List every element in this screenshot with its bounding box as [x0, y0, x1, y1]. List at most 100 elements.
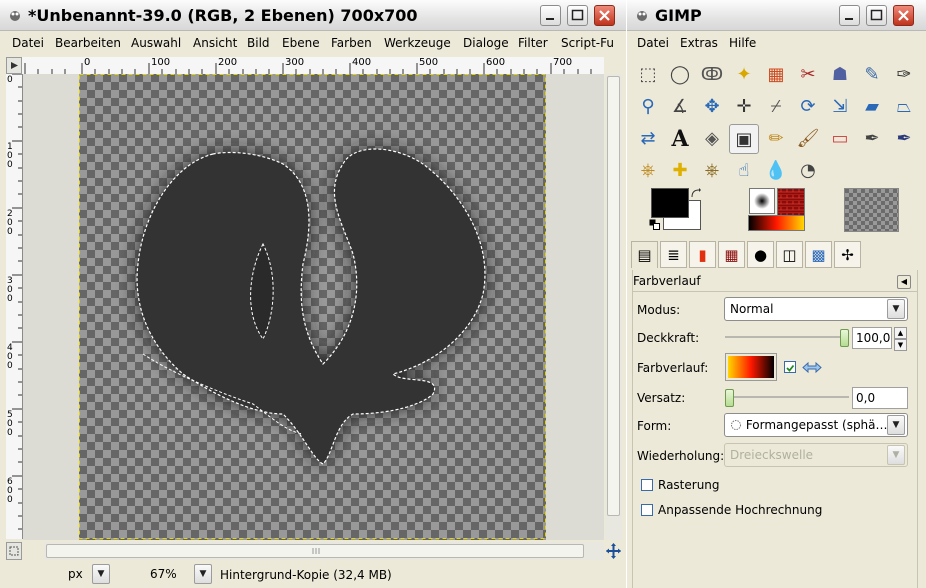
image-canvas[interactable]	[23, 74, 604, 540]
versatz-slider-thumb[interactable]	[725, 389, 734, 407]
paintbrush-icon[interactable]: 🖌	[793, 124, 823, 154]
menu-script-fu[interactable]: Script-Fu	[561, 36, 614, 50]
crop-icon[interactable]: ⌿	[761, 92, 791, 122]
patterns-tab[interactable]: ▦	[718, 241, 745, 268]
image-window-titlebar[interactable]: *Unbenannt-39.0 (RGB, 2 Ebenen) 700x700	[0, 0, 626, 31]
ellipse-select-icon[interactable]: ◯	[665, 60, 695, 90]
color-select-icon[interactable]: ▦	[761, 60, 791, 90]
spin-up-icon[interactable]: ▲	[894, 327, 907, 339]
maximize-button[interactable]	[567, 5, 588, 26]
smudge-icon[interactable]: ☝	[729, 156, 759, 186]
menu-farben[interactable]: Farben	[331, 36, 372, 50]
menu-hilfe[interactable]: Hilfe	[729, 36, 756, 50]
paths-icon[interactable]: ✎	[857, 60, 887, 90]
images-tab[interactable]: ◫	[776, 241, 803, 268]
menu-auswahl[interactable]: Auswahl	[131, 36, 181, 50]
dodge-burn-icon[interactable]: ◔	[793, 156, 823, 186]
perspective-clone-icon[interactable]: ⎈	[697, 156, 727, 186]
menu-datei[interactable]: Datei	[12, 36, 44, 50]
wiederholung-select[interactable]: Dreieckswelle ▼	[724, 443, 908, 467]
navigate-button[interactable]	[605, 542, 622, 560]
wiederholung-dropdown-button[interactable]: ▼	[887, 445, 905, 465]
text-icon[interactable]: A	[665, 124, 695, 154]
scale-icon[interactable]: ⇲	[825, 92, 855, 122]
horizontal-scrollbar[interactable]	[44, 542, 604, 560]
close-button[interactable]	[893, 5, 914, 26]
perspective-icon[interactable]: ⏢	[889, 92, 919, 122]
shear-icon[interactable]: ▰	[857, 92, 887, 122]
toolbox-titlebar[interactable]: GIMP	[627, 0, 926, 31]
free-select-icon[interactable]: ↂ	[697, 60, 727, 90]
color-picker-icon[interactable]: ✑	[889, 60, 919, 90]
modus-select[interactable]: Normal ▼	[724, 297, 908, 321]
form-select[interactable]: Formangepasst (sphä… ▼	[724, 413, 908, 437]
zoom-select[interactable]: 67% ▼	[116, 563, 214, 585]
clone-icon[interactable]: ⎈	[633, 156, 663, 186]
panel-menu-button[interactable]: ◀	[897, 275, 911, 289]
active-gradient[interactable]	[748, 215, 805, 231]
menu-extras[interactable]: Extras	[680, 36, 718, 50]
vertical-scroll-thumb[interactable]	[607, 76, 620, 516]
rect-select-icon[interactable]: ⬚	[633, 60, 663, 90]
move-icon[interactable]: ✥	[697, 92, 727, 122]
menu-datei[interactable]: Datei	[637, 36, 669, 50]
airbrush-icon[interactable]: ✒	[857, 124, 887, 154]
paths-tab[interactable]: ✢	[834, 241, 861, 268]
quick-mask-toggle[interactable]	[6, 542, 22, 560]
unit-select[interactable]: px ▼	[66, 564, 112, 586]
close-button[interactable]	[594, 5, 615, 26]
spin-down-icon[interactable]: ▼	[894, 339, 907, 351]
fuzzy-select-icon[interactable]: ✦	[729, 60, 759, 90]
active-brush[interactable]	[749, 188, 775, 214]
rotate-icon[interactable]: ⟳	[793, 92, 823, 122]
measure-icon[interactable]: ∡	[665, 92, 695, 122]
brushes-tab[interactable]: ●	[747, 241, 774, 268]
horizontal-scroll-thumb[interactable]	[46, 544, 584, 558]
swap-colors-icon[interactable]	[690, 188, 702, 200]
flip-icon[interactable]: ⇄	[633, 124, 663, 154]
active-image-preview[interactable]	[844, 188, 899, 232]
modus-dropdown-button[interactable]: ▼	[887, 299, 905, 319]
unit-dropdown-button[interactable]: ▼	[92, 564, 110, 584]
versatz-slider[interactable]	[725, 386, 849, 408]
minimize-button[interactable]	[839, 5, 860, 26]
foreground-color-swatch[interactable]	[651, 188, 689, 218]
deckkraft-slider[interactable]	[725, 326, 849, 348]
scissors-icon[interactable]: ✂	[793, 60, 823, 90]
minimize-button[interactable]	[540, 5, 561, 26]
palettes-tab[interactable]: ▩	[805, 241, 832, 268]
default-colors-icon[interactable]	[649, 219, 661, 231]
eraser-icon[interactable]: ▭	[825, 124, 855, 154]
tool-options-tab[interactable]: ▤	[631, 241, 658, 268]
ink-icon[interactable]: ✒	[889, 124, 919, 154]
menu-bild[interactable]: Bild	[247, 36, 270, 50]
pencil-icon[interactable]: ✏	[761, 124, 791, 154]
foreground-select-icon[interactable]: ☗	[825, 60, 855, 90]
reverse-gradient-checkbox[interactable]	[784, 361, 796, 373]
menu-bearbeiten[interactable]: Bearbeiten	[55, 36, 121, 50]
gradients-tab[interactable]: ▮	[689, 241, 716, 268]
deckkraft-spin-buttons[interactable]: ▲ ▼	[894, 327, 907, 351]
menu-ansicht[interactable]: Ansicht	[193, 36, 237, 50]
canvas-viewport[interactable]	[23, 74, 604, 540]
rasterung-checkbox[interactable]	[641, 479, 653, 491]
heal-icon[interactable]: ✚	[665, 156, 695, 186]
menu-dialoge[interactable]: Dialoge	[463, 36, 509, 50]
hochrechnung-checkbox[interactable]	[641, 504, 653, 516]
zoom-dropdown-button[interactable]: ▼	[194, 564, 212, 584]
vertical-scrollbar[interactable]	[605, 74, 622, 540]
menu-ebene[interactable]: Ebene	[282, 36, 320, 50]
menu-filter[interactable]: Filter	[518, 36, 548, 50]
align-icon[interactable]: ✛	[729, 92, 759, 122]
gradient-select-button[interactable]	[725, 353, 777, 381]
versatz-input[interactable]: 0,0	[852, 387, 908, 409]
deckkraft-slider-thumb[interactable]	[840, 329, 849, 347]
bucket-fill-icon[interactable]: ◈	[697, 124, 727, 154]
maximize-button[interactable]	[866, 5, 887, 26]
color-area[interactable]	[649, 188, 705, 232]
deckkraft-input[interactable]: 100,0	[852, 327, 892, 349]
layers-tab[interactable]: ≣	[660, 241, 687, 268]
active-pattern[interactable]	[777, 188, 805, 216]
menu-werkzeuge[interactable]: Werkzeuge	[384, 36, 451, 50]
image-menu-button[interactable]	[6, 57, 22, 74]
